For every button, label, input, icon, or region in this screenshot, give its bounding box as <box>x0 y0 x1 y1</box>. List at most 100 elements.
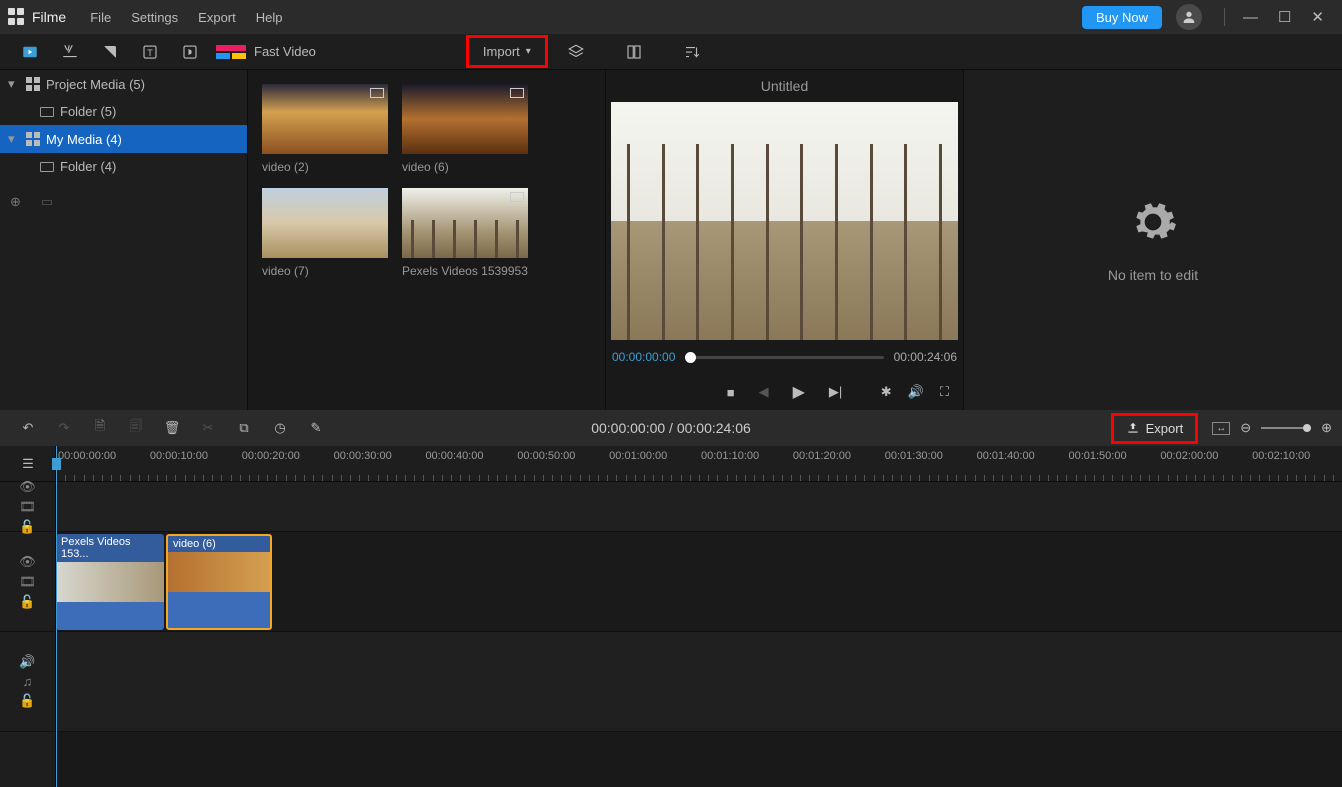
export-icon <box>1126 421 1140 435</box>
redo-icon[interactable]: ↷ <box>46 411 82 445</box>
layers-icon[interactable] <box>556 35 596 69</box>
title-bar: Filme File Settings Export Help Buy Now … <box>0 0 1342 34</box>
user-avatar-icon[interactable] <box>1176 4 1202 30</box>
track-row-audio[interactable] <box>56 632 1342 732</box>
color-icon[interactable]: ✎ <box>298 411 334 445</box>
properties-panel: No item to edit <box>964 70 1342 410</box>
timeline-time-display: 00:00:00:00 / 00:00:24:06 <box>591 420 751 436</box>
media-thumb[interactable]: Pexels Videos 1539953 <box>402 188 528 278</box>
buy-now-button[interactable]: Buy Now <box>1082 6 1162 29</box>
media-library-icon[interactable] <box>10 35 50 69</box>
delete-icon[interactable]: 🗑 <box>154 411 190 445</box>
prev-frame-icon[interactable]: ◀ <box>759 384 769 400</box>
gear-icon <box>1128 197 1178 247</box>
next-frame-icon[interactable]: ▶| <box>829 384 842 400</box>
video-badge-icon <box>370 192 384 202</box>
copy-icon[interactable]: 🗎 <box>82 411 118 445</box>
tree-label: Folder (4) <box>60 159 116 174</box>
text-icon[interactable]: T <box>130 35 170 69</box>
lock-icon[interactable]: 🔓 <box>19 519 35 535</box>
thumb-label: Pexels Videos 1539953 <box>402 264 528 278</box>
volume-icon[interactable]: 🔊 <box>908 384 924 400</box>
play-icon[interactable]: ▶ <box>793 382 805 402</box>
current-time: 00:00:00:00 <box>612 350 675 364</box>
preview-viewport[interactable] <box>611 102 958 340</box>
tree-my-media[interactable]: ▾ My Media (4) <box>0 125 247 153</box>
timeline-clip-selected[interactable]: video (6) <box>166 534 272 630</box>
track-head-audio[interactable]: 🔊♫🔓 <box>0 632 55 732</box>
media-thumb[interactable]: video (6) <box>402 84 528 174</box>
track-row-video2[interactable]: Pexels Videos 153... video (6) <box>56 532 1342 632</box>
fast-video-button[interactable]: Fast Video <box>216 44 316 59</box>
thumb-label: video (6) <box>402 160 528 174</box>
menu-help[interactable]: Help <box>246 7 293 28</box>
zoom-in-icon[interactable]: ⊕ <box>1321 420 1332 436</box>
timeline: ☰ 👁🎞🔓 👁🎞🔓 🔊♫🔓 00:00:00:0000:00:10:0000:0… <box>0 446 1342 787</box>
main-toolbar: T Fast Video Import ▾ <box>0 34 1342 70</box>
maximize-button[interactable]: ☐ <box>1268 2 1301 32</box>
clip-label: Pexels Videos 153... <box>56 534 164 562</box>
export-button[interactable]: Export <box>1111 413 1199 444</box>
menu-settings[interactable]: Settings <box>121 7 188 28</box>
film-icon: 🎞 <box>19 574 36 590</box>
lock-icon[interactable]: 🔓 <box>19 594 35 610</box>
track-head-video1[interactable]: 👁🎞🔓 <box>0 482 55 532</box>
preview-title: Untitled <box>606 70 963 102</box>
lock-icon[interactable]: 🔓 <box>19 693 35 709</box>
grid-view-icon[interactable] <box>614 35 654 69</box>
zoom-slider[interactable] <box>1261 427 1311 429</box>
snapshot-icon[interactable]: ✱ <box>881 384 892 400</box>
audio-icon[interactable] <box>170 35 210 69</box>
stop-icon[interactable]: ■ <box>727 385 735 400</box>
speed-icon[interactable]: ◷ <box>262 411 298 445</box>
media-thumb[interactable]: video (7) <box>262 188 388 278</box>
preview-panel: Untitled 00:00:00:00 00:00:24:06 ■ ◀ ▶ ▶… <box>605 70 964 410</box>
app-logo-icon <box>8 8 26 26</box>
menu-file[interactable]: File <box>80 7 121 28</box>
media-thumb[interactable]: video (2) <box>262 84 388 174</box>
track-head-video2[interactable]: 👁🎞🔓 <box>0 532 55 632</box>
menu-export[interactable]: Export <box>188 7 246 28</box>
music-icon: ♫ <box>23 674 33 689</box>
tree-folder-4[interactable]: Folder (4) <box>0 153 247 180</box>
svg-text:T: T <box>147 47 153 57</box>
tree-label: Folder (5) <box>60 104 116 119</box>
tree-label: Project Media (5) <box>46 77 145 92</box>
tree-folder-5[interactable]: Folder (5) <box>0 98 247 125</box>
sort-icon[interactable] <box>672 35 712 69</box>
video-badge-icon <box>510 88 524 98</box>
thumb-label: video (2) <box>262 160 388 174</box>
project-sidebar: ▾ Project Media (5) Folder (5) ▾ My Medi… <box>0 70 248 410</box>
playhead[interactable] <box>56 446 57 787</box>
import-label: Import <box>483 44 520 59</box>
transitions-icon[interactable] <box>90 35 130 69</box>
add-folder-icon[interactable]: ⊕ <box>10 194 21 210</box>
video-badge-icon <box>510 192 524 202</box>
undo-icon[interactable]: ↶ <box>10 411 46 445</box>
minimize-button[interactable]: — <box>1233 3 1268 32</box>
timeline-ruler[interactable]: 00:00:00:0000:00:10:0000:00:20:0000:00:3… <box>56 446 1342 482</box>
fit-icon[interactable]: ↔ <box>1212 422 1230 435</box>
zoom-out-icon[interactable]: ⊖ <box>1240 420 1251 436</box>
duration-time: 00:00:24:06 <box>894 350 957 364</box>
import-button[interactable]: Import ▾ <box>466 35 548 68</box>
thumb-label: video (7) <box>262 264 388 278</box>
fast-video-label: Fast Video <box>254 44 316 59</box>
paste-icon[interactable]: 🗐 <box>118 411 154 445</box>
close-button[interactable]: ✕ <box>1301 2 1334 32</box>
crop-icon[interactable]: ⧉ <box>226 411 262 445</box>
track-row-video1[interactable] <box>56 482 1342 532</box>
clip-label: video (6) <box>168 536 270 552</box>
timeline-menu-icon[interactable]: ☰ <box>0 446 56 482</box>
scrub-bar[interactable] <box>685 356 883 359</box>
export-label: Export <box>1146 421 1184 436</box>
fullscreen-icon[interactable]: ⛶ <box>940 384 949 400</box>
media-panel: video (2) video (6) video (7) Pexels Vid… <box>248 70 605 410</box>
film-icon: 🎞 <box>19 499 36 515</box>
tree-project-media[interactable]: ▾ Project Media (5) <box>0 70 247 98</box>
timeline-clip[interactable]: Pexels Videos 153... <box>56 534 164 630</box>
effects-icon[interactable] <box>50 35 90 69</box>
video-badge-icon <box>370 88 384 98</box>
split-icon[interactable]: ✂ <box>190 411 226 445</box>
folder-icon[interactable]: ▭ <box>41 194 53 210</box>
